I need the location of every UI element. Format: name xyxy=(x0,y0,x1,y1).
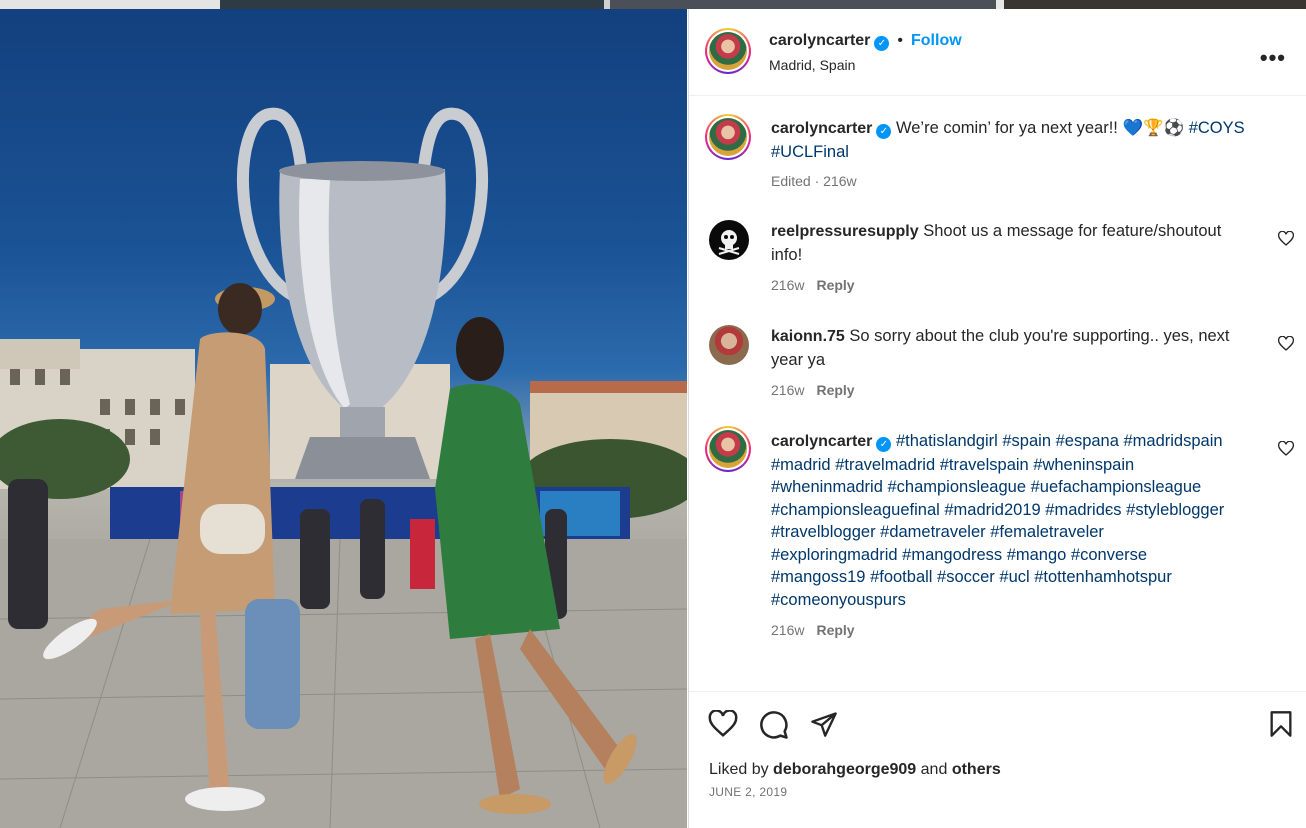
post-photo[interactable] xyxy=(0,9,687,828)
hashtag-line[interactable]: #wheninmadrid #championsleague #uefacham… xyxy=(771,478,1201,496)
hashtag-line[interactable]: #exploringmadrid #mangodress #mango #con… xyxy=(771,546,1147,564)
comment-text: kaionn.75 So sorry about the club you're… xyxy=(771,325,1271,371)
commenter-avatar[interactable] xyxy=(705,426,751,472)
bookmark-icon[interactable] xyxy=(1269,710,1293,738)
background-feed-strip xyxy=(0,0,1306,9)
post-details-panel: carolyncarter ✓ • Follow Madrid, Spain ••• … xyxy=(688,9,1306,828)
like-comment-heart-icon[interactable] xyxy=(1278,231,1294,247)
likes-and: and xyxy=(920,761,948,778)
comment-body: Shoot us a message for feature/shoutout xyxy=(923,222,1222,240)
commenter-username[interactable]: kaionn.75 xyxy=(771,328,845,345)
author-avatar[interactable] xyxy=(705,28,751,74)
comment-time: 216w xyxy=(771,277,805,293)
caption-body: We’re comin’ for ya next year!! 💙🏆⚽ xyxy=(895,119,1185,137)
hashtag-link[interactable]: #COYS xyxy=(1189,119,1245,137)
reply-button[interactable]: Reply xyxy=(816,382,854,398)
like-comment-heart-icon[interactable] xyxy=(1278,441,1294,457)
author-username[interactable]: carolyncarter xyxy=(769,32,870,49)
comment-text: carolyncarter ✓ #thatislandgirl #spain #e… xyxy=(771,430,1281,611)
comment-body: So sorry about the club you're supportin… xyxy=(849,327,1230,345)
likes-others-link[interactable]: others xyxy=(952,761,1001,778)
hashtag-line[interactable]: #comeonyouspurs xyxy=(771,591,906,609)
verified-badge-icon: ✓ xyxy=(876,124,892,139)
like-comment-heart-icon[interactable] xyxy=(1278,336,1294,352)
comment-meta: 216w Reply xyxy=(771,382,855,398)
caption-avatar[interactable] xyxy=(705,114,751,160)
comment-time: 216w xyxy=(771,622,805,638)
comment-meta: 216w Reply xyxy=(771,622,855,638)
comment-bubble-icon[interactable] xyxy=(759,710,789,740)
hashtag-link[interactable]: #UCLFinal xyxy=(771,143,849,161)
paper-plane-icon[interactable] xyxy=(809,710,839,738)
separator-dot: • xyxy=(897,32,903,49)
post-location[interactable]: Madrid, Spain xyxy=(769,57,855,73)
post-date[interactable]: JUNE 2, 2019 xyxy=(709,785,787,799)
comment-body-cont: year ya xyxy=(771,350,826,369)
commenter-avatar[interactable] xyxy=(709,325,749,365)
caption-username[interactable]: carolyncarter xyxy=(771,120,872,137)
reply-button[interactable]: Reply xyxy=(816,622,854,638)
comment-time: 216w xyxy=(771,382,805,398)
hashtag-line[interactable]: #travelblogger #dametraveler #femaletrav… xyxy=(771,523,1104,541)
skull-icon xyxy=(718,230,740,255)
reply-button[interactable]: Reply xyxy=(816,277,854,293)
commenter-avatar[interactable] xyxy=(709,220,749,260)
caption-meta: Edited · 216w xyxy=(771,173,857,189)
header-divider xyxy=(689,95,1306,96)
comment-text: reelpressuresupply Shoot us a message fo… xyxy=(771,220,1271,266)
follow-button[interactable]: Follow xyxy=(911,32,962,49)
commenter-username[interactable]: carolyncarter xyxy=(771,433,872,450)
heart-icon[interactable] xyxy=(708,710,738,738)
commenter-username[interactable]: reelpressuresupply xyxy=(771,223,919,240)
comment-body-cont: info! xyxy=(771,245,803,264)
more-options-icon[interactable]: ••• xyxy=(1260,45,1286,71)
comment-meta: 216w Reply xyxy=(771,277,855,293)
likes-summary: Liked by deborahgeorge909 and others xyxy=(709,761,1001,779)
verified-badge-icon: ✓ xyxy=(874,36,890,51)
hashtag-line[interactable]: #thatislandgirl #spain #espana #madridsp… xyxy=(896,432,1223,450)
hashtag-line[interactable]: #madrid #travelmadrid #travelspain #when… xyxy=(771,456,1134,474)
verified-badge-icon: ✓ xyxy=(876,437,892,452)
hashtag-line[interactable]: #mangoss19 #football #soccer #ucl #totte… xyxy=(771,568,1172,586)
actions-divider xyxy=(689,691,1306,692)
hashtag-line[interactable]: #championsleaguefinal #madrid2019 #madri… xyxy=(771,501,1224,519)
likes-prefix: Liked by xyxy=(709,761,769,778)
caption-text: carolyncarter ✓ We’re comin’ for ya next … xyxy=(771,117,1271,163)
liker-username[interactable]: deborahgeorge909 xyxy=(773,761,916,778)
